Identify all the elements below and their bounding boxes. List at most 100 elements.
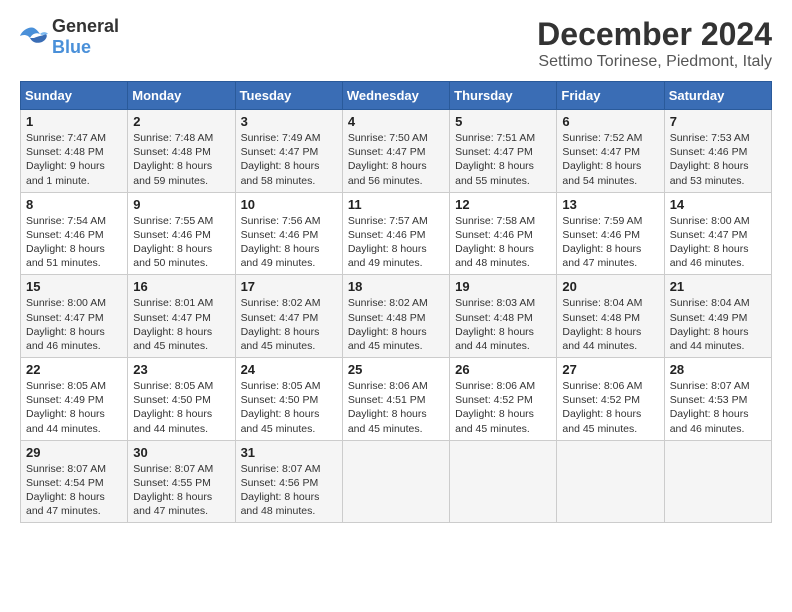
header-saturday: Saturday xyxy=(664,82,771,110)
day-info: Sunrise: 7:55 AMSunset: 4:46 PM Daylight… xyxy=(133,214,229,271)
table-row: 23 Sunrise: 8:05 AMSunset: 4:50 PM Dayli… xyxy=(128,358,235,441)
day-number: 25 xyxy=(348,362,444,377)
day-info: Sunrise: 8:04 AMSunset: 4:49 PM Daylight… xyxy=(670,296,766,353)
day-number: 24 xyxy=(241,362,337,377)
table-row: 7 Sunrise: 7:53 AMSunset: 4:46 PM Daylig… xyxy=(664,110,771,193)
day-info: Sunrise: 7:50 AMSunset: 4:47 PM Daylight… xyxy=(348,131,444,188)
table-row: 13 Sunrise: 7:59 AMSunset: 4:46 PM Dayli… xyxy=(557,192,664,275)
day-number: 12 xyxy=(455,197,551,212)
day-info: Sunrise: 8:06 AMSunset: 4:52 PM Daylight… xyxy=(455,379,551,436)
day-info: Sunrise: 8:07 AMSunset: 4:54 PM Daylight… xyxy=(26,462,122,519)
table-row: 11 Sunrise: 7:57 AMSunset: 4:46 PM Dayli… xyxy=(342,192,449,275)
day-info: Sunrise: 7:54 AMSunset: 4:46 PM Daylight… xyxy=(26,214,122,271)
header-thursday: Thursday xyxy=(450,82,557,110)
day-info: Sunrise: 7:53 AMSunset: 4:46 PM Daylight… xyxy=(670,131,766,188)
day-number: 19 xyxy=(455,279,551,294)
header-monday: Monday xyxy=(128,82,235,110)
day-info: Sunrise: 8:05 AMSunset: 4:49 PM Daylight… xyxy=(26,379,122,436)
day-info: Sunrise: 8:06 AMSunset: 4:51 PM Daylight… xyxy=(348,379,444,436)
day-info: Sunrise: 7:59 AMSunset: 4:46 PM Daylight… xyxy=(562,214,658,271)
day-number: 29 xyxy=(26,445,122,460)
day-info: Sunrise: 8:06 AMSunset: 4:52 PM Daylight… xyxy=(562,379,658,436)
table-row: 6 Sunrise: 7:52 AMSunset: 4:47 PM Daylig… xyxy=(557,110,664,193)
table-row: 27 Sunrise: 8:06 AMSunset: 4:52 PM Dayli… xyxy=(557,358,664,441)
table-row xyxy=(664,440,771,523)
header-friday: Friday xyxy=(557,82,664,110)
table-row xyxy=(342,440,449,523)
day-number: 31 xyxy=(241,445,337,460)
table-row: 24 Sunrise: 8:05 AMSunset: 4:50 PM Dayli… xyxy=(235,358,342,441)
day-number: 27 xyxy=(562,362,658,377)
day-info: Sunrise: 8:02 AMSunset: 4:47 PM Daylight… xyxy=(241,296,337,353)
day-number: 8 xyxy=(26,197,122,212)
day-number: 21 xyxy=(670,279,766,294)
day-info: Sunrise: 8:05 AMSunset: 4:50 PM Daylight… xyxy=(241,379,337,436)
table-row: 8 Sunrise: 7:54 AMSunset: 4:46 PM Daylig… xyxy=(21,192,128,275)
day-number: 18 xyxy=(348,279,444,294)
table-row: 16 Sunrise: 8:01 AMSunset: 4:47 PM Dayli… xyxy=(128,275,235,358)
table-row: 21 Sunrise: 8:04 AMSunset: 4:49 PM Dayli… xyxy=(664,275,771,358)
logo-general: General xyxy=(52,16,119,36)
day-number: 5 xyxy=(455,114,551,129)
day-info: Sunrise: 8:07 AMSunset: 4:55 PM Daylight… xyxy=(133,462,229,519)
table-row: 20 Sunrise: 8:04 AMSunset: 4:48 PM Dayli… xyxy=(557,275,664,358)
calendar-week-row: 15 Sunrise: 8:00 AMSunset: 4:47 PM Dayli… xyxy=(21,275,772,358)
day-info: Sunrise: 8:01 AMSunset: 4:47 PM Daylight… xyxy=(133,296,229,353)
calendar-week-row: 22 Sunrise: 8:05 AMSunset: 4:49 PM Dayli… xyxy=(21,358,772,441)
day-number: 7 xyxy=(670,114,766,129)
table-row: 19 Sunrise: 8:03 AMSunset: 4:48 PM Dayli… xyxy=(450,275,557,358)
day-info: Sunrise: 7:56 AMSunset: 4:46 PM Daylight… xyxy=(241,214,337,271)
table-row: 28 Sunrise: 8:07 AMSunset: 4:53 PM Dayli… xyxy=(664,358,771,441)
day-number: 28 xyxy=(670,362,766,377)
day-info: Sunrise: 8:00 AMSunset: 4:47 PM Daylight… xyxy=(26,296,122,353)
logo: General Blue xyxy=(20,16,119,58)
table-row: 4 Sunrise: 7:50 AMSunset: 4:47 PM Daylig… xyxy=(342,110,449,193)
day-info: Sunrise: 7:57 AMSunset: 4:46 PM Daylight… xyxy=(348,214,444,271)
day-number: 15 xyxy=(26,279,122,294)
day-info: Sunrise: 7:52 AMSunset: 4:47 PM Daylight… xyxy=(562,131,658,188)
header-wednesday: Wednesday xyxy=(342,82,449,110)
header-sunday: Sunday xyxy=(21,82,128,110)
table-row: 9 Sunrise: 7:55 AMSunset: 4:46 PM Daylig… xyxy=(128,192,235,275)
logo-text: General Blue xyxy=(52,16,119,58)
day-number: 9 xyxy=(133,197,229,212)
table-row: 2 Sunrise: 7:48 AMSunset: 4:48 PM Daylig… xyxy=(128,110,235,193)
day-number: 22 xyxy=(26,362,122,377)
table-row: 30 Sunrise: 8:07 AMSunset: 4:55 PM Dayli… xyxy=(128,440,235,523)
day-number: 1 xyxy=(26,114,122,129)
day-number: 13 xyxy=(562,197,658,212)
table-row: 3 Sunrise: 7:49 AMSunset: 4:47 PM Daylig… xyxy=(235,110,342,193)
page-subtitle: Settimo Torinese, Piedmont, Italy xyxy=(537,53,772,71)
calendar-week-row: 1 Sunrise: 7:47 AMSunset: 4:48 PM Daylig… xyxy=(21,110,772,193)
day-number: 4 xyxy=(348,114,444,129)
table-row: 12 Sunrise: 7:58 AMSunset: 4:46 PM Dayli… xyxy=(450,192,557,275)
table-row: 25 Sunrise: 8:06 AMSunset: 4:51 PM Dayli… xyxy=(342,358,449,441)
day-number: 16 xyxy=(133,279,229,294)
table-row: 14 Sunrise: 8:00 AMSunset: 4:47 PM Dayli… xyxy=(664,192,771,275)
day-number: 20 xyxy=(562,279,658,294)
day-info: Sunrise: 8:07 AMSunset: 4:56 PM Daylight… xyxy=(241,462,337,519)
day-number: 23 xyxy=(133,362,229,377)
title-area: December 2024 Settimo Torinese, Piedmont… xyxy=(537,16,772,71)
day-number: 2 xyxy=(133,114,229,129)
day-info: Sunrise: 8:02 AMSunset: 4:48 PM Daylight… xyxy=(348,296,444,353)
day-info: Sunrise: 7:58 AMSunset: 4:46 PM Daylight… xyxy=(455,214,551,271)
table-row: 10 Sunrise: 7:56 AMSunset: 4:46 PM Dayli… xyxy=(235,192,342,275)
day-number: 17 xyxy=(241,279,337,294)
day-info: Sunrise: 8:04 AMSunset: 4:48 PM Daylight… xyxy=(562,296,658,353)
table-row: 1 Sunrise: 7:47 AMSunset: 4:48 PM Daylig… xyxy=(21,110,128,193)
day-number: 6 xyxy=(562,114,658,129)
calendar-week-row: 29 Sunrise: 8:07 AMSunset: 4:54 PM Dayli… xyxy=(21,440,772,523)
calendar-week-row: 8 Sunrise: 7:54 AMSunset: 4:46 PM Daylig… xyxy=(21,192,772,275)
table-row xyxy=(450,440,557,523)
day-info: Sunrise: 8:00 AMSunset: 4:47 PM Daylight… xyxy=(670,214,766,271)
day-info: Sunrise: 7:49 AMSunset: 4:47 PM Daylight… xyxy=(241,131,337,188)
table-row: 31 Sunrise: 8:07 AMSunset: 4:56 PM Dayli… xyxy=(235,440,342,523)
day-info: Sunrise: 8:07 AMSunset: 4:53 PM Daylight… xyxy=(670,379,766,436)
day-info: Sunrise: 8:03 AMSunset: 4:48 PM Daylight… xyxy=(455,296,551,353)
day-info: Sunrise: 7:51 AMSunset: 4:47 PM Daylight… xyxy=(455,131,551,188)
table-row: 22 Sunrise: 8:05 AMSunset: 4:49 PM Dayli… xyxy=(21,358,128,441)
table-row: 29 Sunrise: 8:07 AMSunset: 4:54 PM Dayli… xyxy=(21,440,128,523)
calendar-table: Sunday Monday Tuesday Wednesday Thursday… xyxy=(20,81,772,523)
table-row xyxy=(557,440,664,523)
